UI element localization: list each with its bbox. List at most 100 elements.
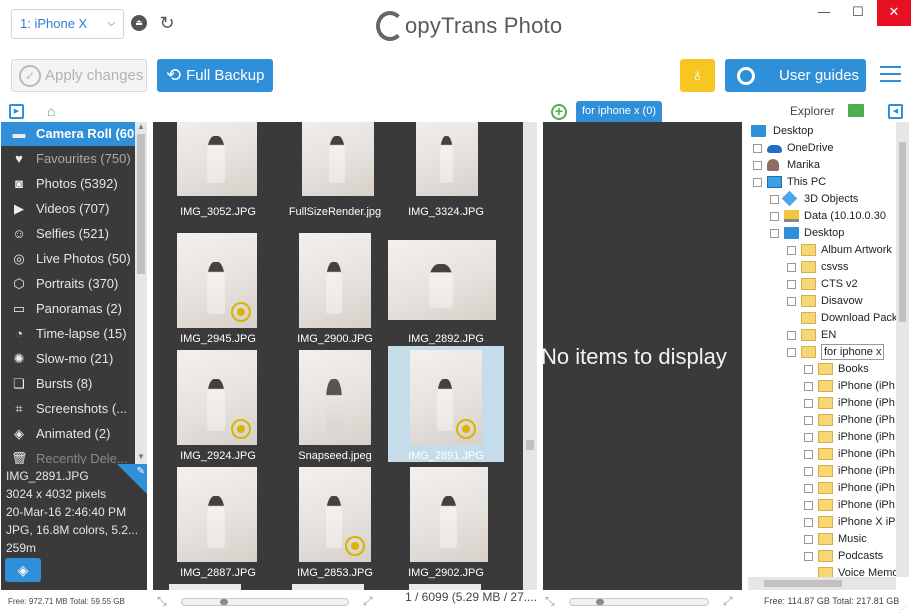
scroll-up-icon[interactable]: ▲ <box>135 122 147 131</box>
refresh-icon[interactable]: ↻ <box>157 13 177 33</box>
expand-icon[interactable] <box>787 246 796 255</box>
collapse-icon[interactable] <box>753 178 762 187</box>
sidebar-item[interactable]: ▶ Videos (707) <box>1 196 135 221</box>
shrink-thumbnails-icon[interactable]: ⤡ <box>157 594 167 609</box>
tree-node[interactable]: Music <box>748 531 896 548</box>
expand-icon[interactable] <box>804 433 813 442</box>
expand-icon[interactable] <box>804 365 813 374</box>
photo-thumbnail[interactable]: IMG_2891.JPG <box>388 346 504 462</box>
maximize-button[interactable]: ☐ <box>841 0 875 26</box>
photo-thumbnail[interactable]: IMG_2900.JPG <box>277 229 393 345</box>
photo-thumbnail[interactable]: IMG_3052.JPG <box>160 122 276 218</box>
sidebar-scroll-thumb[interactable] <box>137 134 145 274</box>
sidebar-item[interactable]: ◎ Live Photos (50) <box>1 246 135 271</box>
collapse-icon[interactable] <box>770 229 779 238</box>
hamburger-menu-icon[interactable] <box>880 66 901 84</box>
compass-icon[interactable]: ◈ <box>5 558 41 582</box>
tree-node[interactable]: iPhone (iPh <box>748 429 896 446</box>
tree-node[interactable]: Album Artwork <box>748 242 896 259</box>
photo-thumbnail[interactable] <box>169 584 241 590</box>
thumbnail-size-slider[interactable] <box>181 598 349 606</box>
tree-node[interactable]: Disavow <box>748 293 896 310</box>
new-album-folder-icon[interactable]: ⌂ <box>47 103 64 119</box>
expand-icon[interactable] <box>787 297 796 306</box>
expand-icon[interactable] <box>804 450 813 459</box>
expand-icon[interactable] <box>753 144 762 153</box>
apply-changes-button[interactable]: ✓ Apply changes <box>11 59 147 92</box>
lightbulb-button[interactable]: ♁ <box>680 59 715 92</box>
photo-thumbnail[interactable]: IMG_2924.JPG <box>160 346 276 462</box>
photo-thumbnail[interactable]: FullSizeRender.jpg <box>277 122 393 218</box>
photo-thumbnail[interactable] <box>292 584 364 590</box>
photo-thumbnail[interactable]: IMG_2853.JPG <box>277 463 393 579</box>
sidebar-item[interactable]: ⬡ Portraits (370) <box>1 271 135 296</box>
sidebar-item[interactable]: ☺ Selfies (521) <box>1 221 135 246</box>
tree-node[interactable]: csvss <box>748 259 896 276</box>
minimize-button[interactable]: — <box>807 0 841 26</box>
tree-node[interactable]: Desktop <box>748 123 896 140</box>
collapse-icon[interactable] <box>787 348 796 357</box>
tree-node[interactable]: iPhone (iPh <box>748 378 896 395</box>
explorer-vscroll-thumb[interactable] <box>899 142 906 322</box>
scroll-down-icon[interactable]: ▼ <box>135 452 147 461</box>
close-button[interactable]: ✕ <box>877 0 911 26</box>
add-album-icon[interactable]: + <box>551 104 567 120</box>
tree-node[interactable]: OneDrive <box>748 140 896 157</box>
eject-icon[interactable]: ⏏ <box>131 15 147 31</box>
sidebar-item[interactable]: ◙ Photos (5392) <box>1 171 135 196</box>
explorer-hscroll-thumb[interactable] <box>764 580 842 587</box>
tree-node[interactable]: EN <box>748 327 896 344</box>
tree-node[interactable]: CTS v2 <box>748 276 896 293</box>
tree-node[interactable]: iPhone (iPh <box>748 395 896 412</box>
sidebar-item[interactable]: 🗑 Recently Dele... <box>1 446 135 464</box>
tree-node[interactable]: for iphone x <box>748 344 896 361</box>
explorer-horizontal-scrollbar[interactable] <box>748 577 896 590</box>
slider-knob[interactable] <box>220 599 228 605</box>
sidebar-scrollbar[interactable]: ▲ ▼ <box>135 122 147 464</box>
expand-icon[interactable] <box>770 195 779 204</box>
grid-scrollbar[interactable] <box>523 122 537 590</box>
full-backup-button[interactable]: ⟲ Full Backup <box>157 59 273 92</box>
resize-grip-icon[interactable]: ⋰ <box>898 604 907 615</box>
expand-icon[interactable] <box>787 280 796 289</box>
collapse-left-panel-icon[interactable]: ▶ <box>9 104 24 119</box>
pin-icon[interactable]: ✎ <box>137 466 145 477</box>
album-enlarge-icon[interactable]: ⤢ <box>723 594 733 609</box>
grid-scroll-thumb[interactable] <box>526 440 534 450</box>
photo-thumbnail[interactable]: Snapseed.jpeg <box>277 346 393 462</box>
expand-icon[interactable] <box>804 501 813 510</box>
sidebar-item[interactable]: ▭ Panoramas (2) <box>1 296 135 321</box>
tree-node[interactable]: iPhone (iPh <box>748 412 896 429</box>
tree-node[interactable]: iPhone X iP <box>748 514 896 531</box>
sidebar-item[interactable]: ✺ Slow-mo (21) <box>1 346 135 371</box>
tree-node[interactable]: This PC <box>748 174 896 191</box>
expand-icon[interactable] <box>787 331 796 340</box>
expand-icon[interactable] <box>804 484 813 493</box>
explorer-vertical-scrollbar[interactable] <box>896 122 909 577</box>
device-select[interactable]: 1: iPhone X ⌵ <box>11 9 124 39</box>
sidebar-item[interactable]: ⌗ Screenshots (... <box>1 396 135 421</box>
photo-thumbnail[interactable]: IMG_2902.JPG <box>388 463 504 579</box>
sidebar-item[interactable]: ❏ Bursts (8) <box>1 371 135 396</box>
photo-thumbnail[interactable]: IMG_3324.JPG <box>388 122 504 218</box>
sidebar-item[interactable]: ◔ Time-lapse (15) <box>1 321 135 346</box>
expand-icon[interactable] <box>804 399 813 408</box>
expand-icon[interactable] <box>770 212 779 221</box>
expand-icon[interactable] <box>804 467 813 476</box>
expand-icon[interactable] <box>804 535 813 544</box>
expand-icon[interactable] <box>804 518 813 527</box>
album-shrink-icon[interactable]: ⤡ <box>545 594 555 609</box>
tree-node[interactable]: iPhone (iPh <box>748 497 896 514</box>
tree-node[interactable]: Voice Memo <box>748 565 896 577</box>
tree-node[interactable]: iPhone (iPh <box>748 480 896 497</box>
tree-node[interactable]: iPhone (iPh <box>748 446 896 463</box>
enlarge-thumbnails-icon[interactable]: ⤢ <box>363 594 373 609</box>
collapse-explorer-icon[interactable]: ◀ <box>888 104 903 119</box>
expand-icon[interactable] <box>804 382 813 391</box>
tree-node[interactable]: Data (10.10.0.30 <box>748 208 896 225</box>
expand-icon[interactable] <box>787 263 796 272</box>
photo-thumbnail[interactable]: IMG_2892.JPG <box>388 229 504 345</box>
sidebar-item[interactable]: ◈ Animated (2) <box>1 421 135 446</box>
tree-node[interactable]: iPhone (iPh <box>748 463 896 480</box>
photo-thumbnail[interactable]: IMG_2945.JPG <box>160 229 276 345</box>
